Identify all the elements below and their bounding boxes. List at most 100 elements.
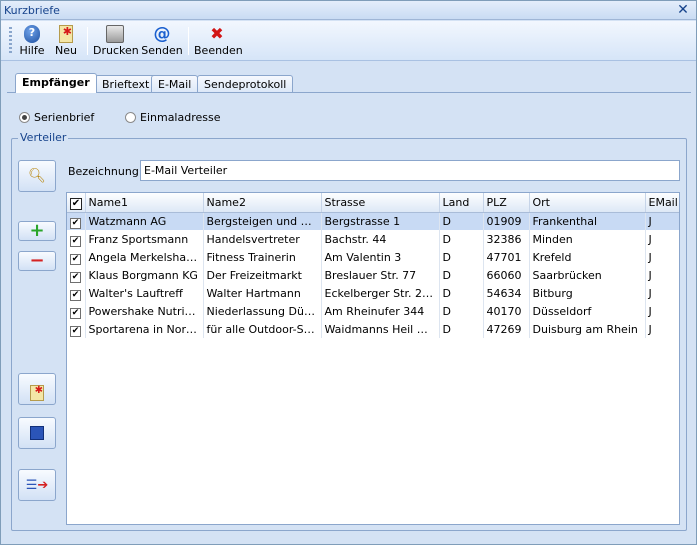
cell-email: J — [645, 212, 679, 230]
toolbar-grip[interactable] — [9, 27, 12, 55]
window-close-icon[interactable]: ✕ — [675, 2, 691, 18]
printer-icon — [106, 25, 124, 43]
cell-name1: Walter's Lauftreff — [85, 284, 204, 302]
column-header-strasse[interactable]: Strasse — [321, 193, 440, 213]
cell-ort: Saarbrücken — [529, 266, 646, 284]
toolbar: ? Hilfe ✱ Neu Drucken @ Senden ✖ Beenden — [1, 21, 696, 61]
row-checkbox-cell[interactable]: ✔ — [67, 302, 86, 320]
tab-empfaenger[interactable]: Empfänger — [15, 73, 97, 93]
cell-ort: Düsseldorf — [529, 302, 646, 320]
cell-strasse: Waidmanns Heil Gass… — [321, 320, 440, 338]
row-checkbox-cell[interactable]: ✔ — [67, 320, 86, 338]
plus-icon: + — [29, 220, 45, 241]
column-header-land[interactable]: Land — [439, 193, 484, 213]
table-row[interactable]: ✔ Angela Merkelshausen Fitness Trainerin Am… — [67, 248, 679, 266]
cell-name2: Der Freizeitmarkt — [203, 266, 322, 284]
cell-strasse: Bachstr. 44 — [321, 230, 440, 248]
cell-land: D — [439, 230, 484, 248]
verteiler-group-label: Verteiler — [18, 131, 69, 144]
floppy-disk-icon — [30, 426, 44, 440]
table-row[interactable]: ✔ Sportarena in Nordrh… für alle Outdoor-S… — [67, 320, 679, 338]
tab-email[interactable]: E-Mail — [151, 75, 199, 93]
cell-land: D — [439, 284, 484, 302]
new-button[interactable]: ✱ Neu — [52, 25, 80, 59]
cell-plz: 47701 — [483, 248, 530, 266]
radio-einmaladresse[interactable]: Einmaladresse — [125, 111, 221, 124]
cell-email: J — [645, 284, 679, 302]
cell-name1: Klaus Borgmann KG — [85, 266, 204, 284]
checkbox-checked-icon[interactable]: ✔ — [70, 218, 81, 230]
kurzbriefe-window: Kurzbriefe ✕ ? Hilfe ✱ Neu Drucken @ Sen… — [0, 0, 697, 545]
table-row[interactable]: ✔ Klaus Borgmann KG Der Freizeitmarkt Bresl… — [67, 266, 679, 284]
checkbox-checked-icon[interactable]: ✔ — [70, 290, 81, 301]
row-checkbox-cell[interactable]: ✔ — [67, 230, 86, 248]
column-header-name2[interactable]: Name2 — [203, 193, 322, 213]
table-row[interactable]: ✔ Walter's Lauftreff Walter Hartmann Eckelb… — [67, 284, 679, 302]
cell-email: J — [645, 230, 679, 248]
row-checkbox-cell[interactable]: ✔ — [67, 266, 86, 284]
checkbox-checked-icon[interactable]: ✔ — [70, 236, 81, 247]
send-button[interactable]: @ Senden — [141, 25, 183, 59]
window-title: Kurzbriefe — [4, 4, 60, 17]
help-button[interactable]: ? Hilfe — [17, 25, 47, 59]
add-button[interactable]: + — [18, 221, 56, 241]
new-list-button[interactable]: ✱ — [18, 373, 56, 405]
cell-strasse: Eckelberger Str. 233 — [321, 284, 440, 302]
cell-ort: Frankenthal — [529, 212, 646, 230]
remove-button[interactable]: − — [18, 251, 56, 271]
radio-serienbrief[interactable]: Serienbrief — [19, 111, 94, 124]
recipient-grid[interactable]: ✔ Name1 Name2 Strasse Land PLZ Ort EMail… — [66, 192, 680, 525]
tab-brieftext[interactable]: Brieftext — [95, 75, 157, 93]
new-button-label: Neu — [55, 44, 77, 57]
cell-plz: 01909 — [483, 212, 530, 230]
grid-header-row: ✔ Name1 Name2 Strasse Land PLZ Ort EMail — [67, 193, 679, 213]
radio-selected-icon — [19, 112, 30, 123]
row-checkbox-cell[interactable]: ✔ — [67, 212, 86, 230]
bezeichnung-input[interactable] — [140, 160, 680, 181]
checkbox-checked-icon[interactable]: ✔ — [70, 198, 82, 211]
column-header-plz[interactable]: PLZ — [483, 193, 530, 213]
help-button-label: Hilfe — [19, 44, 45, 57]
cell-email: J — [645, 266, 679, 284]
checkbox-checked-icon[interactable]: ✔ — [70, 308, 81, 319]
table-row[interactable]: ✔ Franz Sportsmann Handelsvertreter Bachstr… — [67, 230, 679, 248]
magnifier-icon: 🔍︎ — [28, 168, 46, 184]
cell-land: D — [439, 248, 484, 266]
checkbox-checked-icon[interactable]: ✔ — [70, 254, 81, 265]
search-button[interactable]: 🔍︎ — [18, 160, 56, 192]
column-header-email[interactable]: EMail — [645, 193, 679, 213]
cell-land: D — [439, 212, 484, 230]
list-arrow-icon: ☰➔ — [25, 478, 49, 493]
tab-strip: Empfänger Brieftext E-Mail Sendeprotokol… — [1, 61, 696, 93]
cell-name1: Angela Merkelshausen — [85, 248, 204, 266]
empfaenger-panel: Serienbrief Einmaladresse Verteiler 🔍︎ +… — [7, 93, 691, 538]
cell-strasse: Breslauer Str. 77 — [321, 266, 440, 284]
cell-name1: Franz Sportsmann — [85, 230, 204, 248]
print-button[interactable]: Drucken — [93, 25, 139, 59]
cell-name2: für alle Outdoor-Spor… — [203, 320, 322, 338]
checkbox-checked-icon[interactable]: ✔ — [70, 272, 81, 283]
cell-plz: 54634 — [483, 284, 530, 302]
radio-unselected-icon — [125, 112, 136, 123]
cell-ort: Krefeld — [529, 248, 646, 266]
select-all-cell[interactable]: ✔ — [67, 193, 86, 213]
checkbox-checked-icon[interactable]: ✔ — [70, 326, 81, 337]
cell-ort: Duisburg am Rhein — [529, 320, 646, 338]
bezeichnung-label: Bezeichnung — [68, 165, 139, 178]
column-header-ort[interactable]: Ort — [529, 193, 646, 213]
radio-serienbrief-label: Serienbrief — [34, 111, 95, 124]
save-button[interactable] — [18, 417, 56, 449]
tab-sendeprotokoll[interactable]: Sendeprotokoll — [197, 75, 294, 93]
new-document-icon: ✱ — [30, 385, 44, 401]
table-row[interactable]: ✔ Powershake Nutrition…Niederlassung Düss… — [67, 302, 679, 320]
row-checkbox-cell[interactable]: ✔ — [67, 284, 86, 302]
cell-strasse: Bergstrasse 1 — [321, 212, 440, 230]
row-checkbox-cell[interactable]: ✔ — [67, 248, 86, 266]
table-row[interactable]: ✔ Watzmann AG Bergsteigen und Klet… Bergstr… — [67, 212, 679, 230]
help-icon: ? — [24, 25, 40, 43]
cell-email: J — [645, 320, 679, 338]
column-header-name1[interactable]: Name1 — [85, 193, 204, 213]
cell-plz: 66060 — [483, 266, 530, 284]
transfer-button[interactable]: ☰➔ — [18, 469, 56, 501]
exit-button[interactable]: ✖ Beenden — [194, 25, 243, 59]
